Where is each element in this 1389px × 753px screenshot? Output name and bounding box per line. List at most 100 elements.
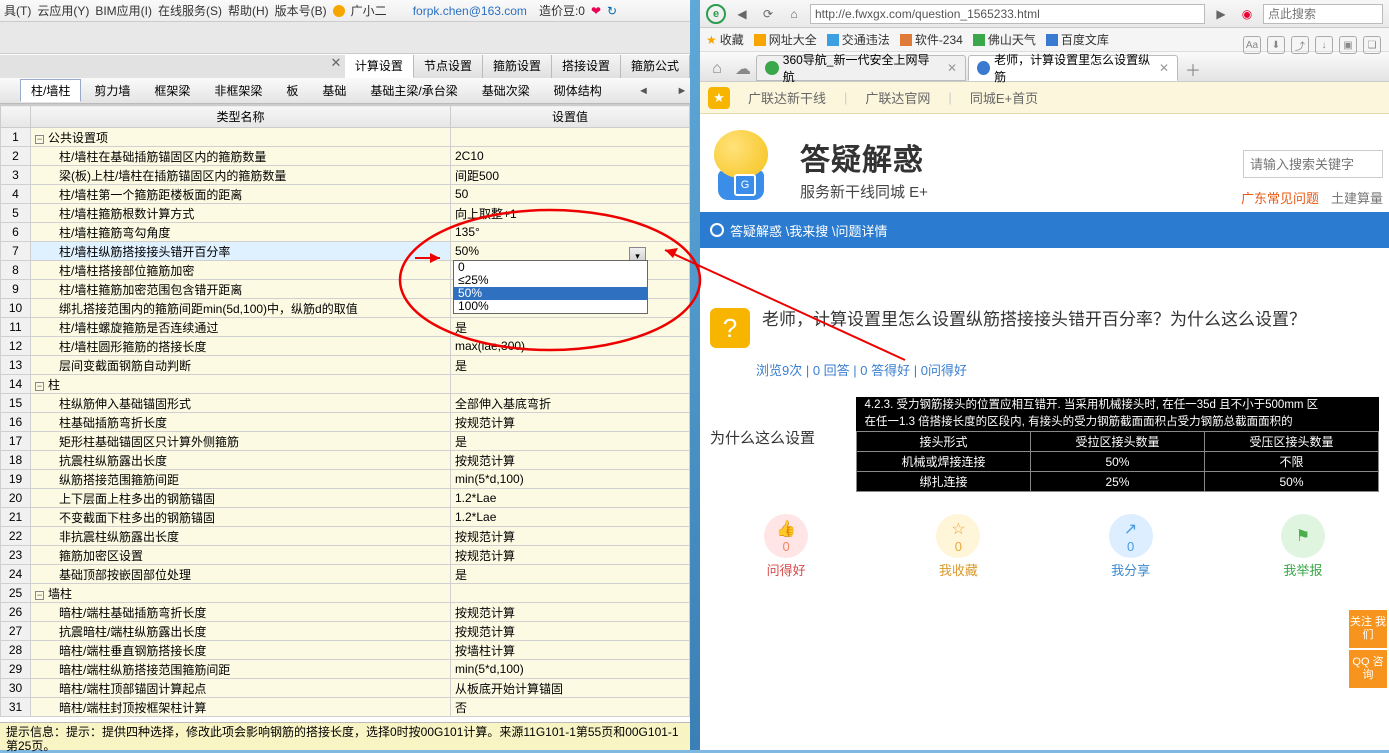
row-type-cell[interactable]: 箍筋加密区设置	[31, 546, 451, 565]
go-icon[interactable]: ▶	[1211, 4, 1231, 24]
row-type-cell[interactable]: 上下层面上柱多出的钢筋锚固	[31, 489, 451, 508]
nav-link[interactable]: 同城E+首页	[970, 88, 1038, 107]
percent-dropdown[interactable]: 0 ≤25% 50% 100%	[453, 260, 648, 314]
region-link[interactable]: 土建算量	[1331, 188, 1383, 207]
toolbar-icon[interactable]: ❏	[1363, 36, 1381, 54]
collapse-icon[interactable]: −	[35, 591, 44, 600]
row-value-cell[interactable]: max(lae,300)	[451, 337, 690, 356]
row-value-cell[interactable]: 是	[451, 356, 690, 375]
row-type-cell[interactable]: 暗柱/端柱封顶按框架柱计算	[31, 698, 451, 717]
menu-item[interactable]: 版本号(B)	[275, 2, 327, 19]
bookmark-item[interactable]: ★收藏	[706, 31, 744, 48]
tab-stirrup-settings[interactable]: 箍筋设置	[483, 55, 552, 78]
tab-stirrup-formula[interactable]: 箍筋公式	[621, 55, 690, 78]
row-value-cell[interactable]: 从板底开始计算锚固	[451, 679, 690, 698]
back-icon[interactable]: ◀	[732, 4, 752, 24]
menu-item[interactable]: 具(T)	[4, 2, 31, 19]
subtab-foundationsub[interactable]: 基础次梁	[471, 79, 541, 102]
home-icon[interactable]: ⌂	[784, 4, 804, 24]
bookmark-item[interactable]: 佛山天气	[973, 31, 1036, 48]
row-type-cell[interactable]: 抗震暗柱/端柱纵筋露出长度	[31, 622, 451, 641]
browser-tab-active[interactable]: 老师，计算设置里怎么设置纵筋 ✕	[968, 55, 1178, 81]
cloud-tab-icon[interactable]: ☁	[730, 57, 756, 81]
row-value-cell[interactable]	[451, 128, 690, 147]
grid-row[interactable]: 16柱基础插筋弯折长度按规范计算	[1, 413, 690, 432]
row-value-cell[interactable]: 间距500	[451, 166, 690, 185]
grid-row[interactable]: 24基础顶部按嵌固部位处理是	[1, 565, 690, 584]
row-type-cell[interactable]: 抗震柱纵筋露出长度	[31, 451, 451, 470]
grid-row[interactable]: 30暗柱/端柱顶部锚固计算起点从板底开始计算锚固	[1, 679, 690, 698]
tab-calc-settings[interactable]: 计算设置	[345, 55, 414, 78]
row-type-cell[interactable]: 暗柱/端柱顶部锚固计算起点	[31, 679, 451, 698]
dropdown-option[interactable]: 100%	[454, 300, 647, 313]
row-type-cell[interactable]: 基础顶部按嵌固部位处理	[31, 565, 451, 584]
bookmark-item[interactable]: 软件-234	[900, 31, 963, 48]
toolbar-icon[interactable]: ▣	[1339, 36, 1357, 54]
toolbar-icon[interactable]: ⤴	[1291, 36, 1309, 54]
subtab-foundationbeam[interactable]: 基础主梁/承台梁	[359, 79, 468, 102]
nav-link[interactable]: 广联达官网	[865, 88, 930, 107]
grid-row[interactable]: 6柱/墙柱箍筋弯勾角度135°	[1, 223, 690, 242]
row-value-cell[interactable]: 是	[451, 432, 690, 451]
row-type-cell[interactable]: −柱	[31, 375, 451, 394]
grid-row[interactable]: 21不变截面下柱多出的钢筋锚固1.2*Lae	[1, 508, 690, 527]
grid-row[interactable]: 17矩形柱基础锚固区只计算外侧箍筋是	[1, 432, 690, 451]
home-tab-icon[interactable]: ⌂	[704, 57, 730, 81]
subtab-framebeam[interactable]: 框架梁	[143, 79, 201, 102]
row-type-cell[interactable]: 暗柱/端柱基础插筋弯折长度	[31, 603, 451, 622]
grid-row[interactable]: 28暗柱/端柱垂直钢筋搭接长度按墙柱计算	[1, 641, 690, 660]
grid-row[interactable]: 15柱纵筋伸入基础锚固形式全部伸入基底弯折	[1, 394, 690, 413]
row-type-cell[interactable]: 柱/墙柱第一个箍筋距楼板面的距离	[31, 185, 451, 204]
row-type-cell[interactable]: 暗柱/端柱垂直钢筋搭接长度	[31, 641, 451, 660]
tab-node-settings[interactable]: 节点设置	[414, 55, 483, 78]
grid-row[interactable]: 3梁(板)上柱/墙柱在插筋锚固区内的箍筋数量间距500	[1, 166, 690, 185]
close-icon[interactable]: ✕	[327, 55, 345, 78]
row-value-cell[interactable]: 全部伸入基底弯折	[451, 394, 690, 413]
subtab-foundation[interactable]: 基础	[311, 79, 357, 102]
follow-us-button[interactable]: 关注 我们	[1349, 610, 1387, 648]
search-provider-icon[interactable]: ◉	[1237, 4, 1257, 24]
row-value-cell[interactable]: 50%	[451, 242, 690, 261]
browser-tab[interactable]: 360导航_新一代安全上网导航 ✕	[756, 55, 966, 81]
star-icon[interactable]: ★	[708, 87, 730, 109]
menu-item[interactable]: 云应用(Y)	[37, 2, 89, 19]
grid-row[interactable]: 26暗柱/端柱基础插筋弯折长度按规范计算	[1, 603, 690, 622]
overflow-left-icon[interactable]: ◄	[635, 85, 651, 97]
row-value-cell[interactable]: 向上取整+1	[451, 204, 690, 223]
subtab-nonframebeam[interactable]: 非框架梁	[203, 79, 273, 102]
row-type-cell[interactable]: 柱/墙柱圆形箍筋的搭接长度	[31, 337, 451, 356]
subtab-column[interactable]: 柱/墙柱	[20, 79, 81, 102]
tab-overlap-settings[interactable]: 搭接设置	[552, 55, 621, 78]
row-value-cell[interactable]: 1.2*Lae	[451, 489, 690, 508]
grid-row[interactable]: 25−墙柱	[1, 584, 690, 603]
toolbar-icon[interactable]: Aa	[1243, 36, 1261, 54]
grid-row[interactable]: 5柱/墙柱箍筋根数计算方式向上取整+1	[1, 204, 690, 223]
row-value-cell[interactable]: 1.2*Lae	[451, 508, 690, 527]
row-value-cell[interactable]: 是	[451, 565, 690, 584]
row-type-cell[interactable]: 不变截面下柱多出的钢筋锚固	[31, 508, 451, 527]
close-tab-icon[interactable]: ✕	[1159, 61, 1169, 75]
row-value-cell[interactable]: 按规范计算	[451, 603, 690, 622]
row-type-cell[interactable]: 绑扎搭接范围内的箍筋间距min(5d,100)中，纵筋d的取值	[31, 299, 451, 318]
row-type-cell[interactable]: 柱/墙柱在基础插筋锚固区内的箍筋数量	[31, 147, 451, 166]
action-我举报[interactable]: ⚑我举报	[1281, 514, 1325, 579]
row-value-cell[interactable]	[451, 584, 690, 603]
grid-row[interactable]: 19纵筋搭接范围箍筋间距min(5*d,100)	[1, 470, 690, 489]
collapse-icon[interactable]: −	[35, 382, 44, 391]
refresh-icon[interactable]: ↻	[607, 4, 617, 18]
dropdown-option[interactable]: ≤25%	[454, 274, 647, 287]
menu-item[interactable]: 帮助(H)	[228, 2, 269, 19]
row-type-cell[interactable]: 纵筋搭接范围箍筋间距	[31, 470, 451, 489]
row-type-cell[interactable]: 非抗震柱纵筋露出长度	[31, 527, 451, 546]
row-type-cell[interactable]: 柱/墙柱箍筋根数计算方式	[31, 204, 451, 223]
row-value-cell[interactable]: 2C10	[451, 147, 690, 166]
row-type-cell[interactable]: 矩形柱基础锚固区只计算外侧箍筋	[31, 432, 451, 451]
bookmark-item[interactable]: 百度文库	[1046, 31, 1109, 48]
action-问得好[interactable]: 👍0问得好	[764, 514, 808, 579]
url-input[interactable]	[810, 4, 1205, 24]
row-type-cell[interactable]: 层间变截面钢筋自动判断	[31, 356, 451, 375]
bookmark-item[interactable]: 网址大全	[754, 31, 817, 48]
grid-row[interactable]: 22非抗震柱纵筋露出长度按规范计算	[1, 527, 690, 546]
new-tab-icon[interactable]: ＋	[1180, 57, 1206, 81]
row-value-cell[interactable]: 50	[451, 185, 690, 204]
